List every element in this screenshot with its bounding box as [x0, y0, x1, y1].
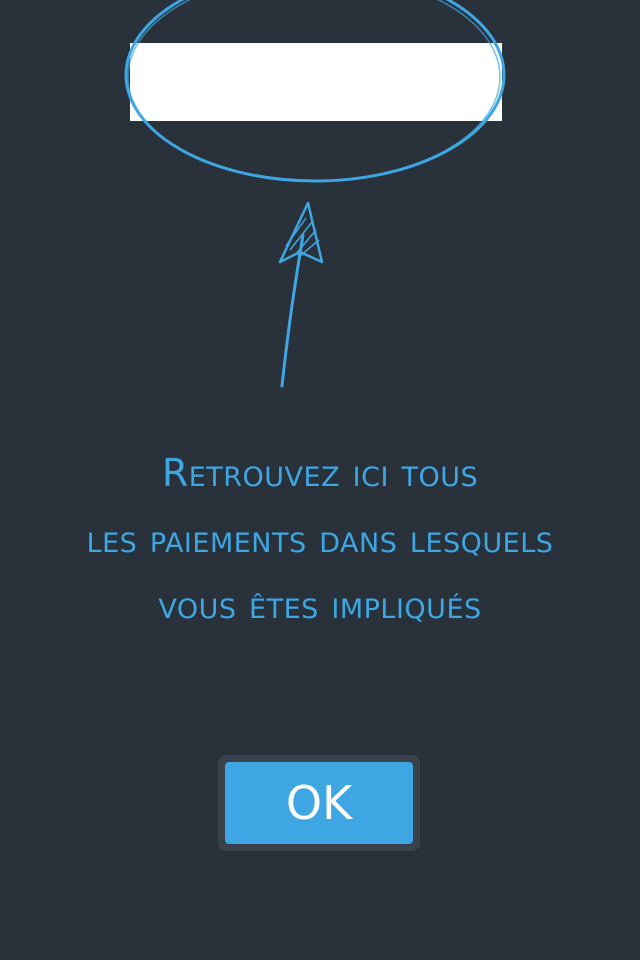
bar-separator [130, 121, 502, 123]
ok-button[interactable]: OK [225, 762, 413, 844]
arrow-shaft [280, 233, 305, 388]
highlighted-bar [130, 43, 502, 121]
tooltip-line-3: vous êtes impliqués [158, 583, 482, 627]
ok-button-frame: OK [218, 755, 420, 851]
tooltip-line-2: les paiements dans lesquels [86, 517, 554, 561]
arrow-head [278, 201, 324, 264]
tooltip-message: Retrouvez ici tous les paiements dans le… [0, 440, 640, 638]
tooltip-line-1: Retrouvez ici tous [161, 451, 479, 495]
onboarding-tooltip-screen: Retrouvez ici tous les paiements dans le… [0, 0, 640, 960]
highlight-illustration [124, 0, 506, 388]
